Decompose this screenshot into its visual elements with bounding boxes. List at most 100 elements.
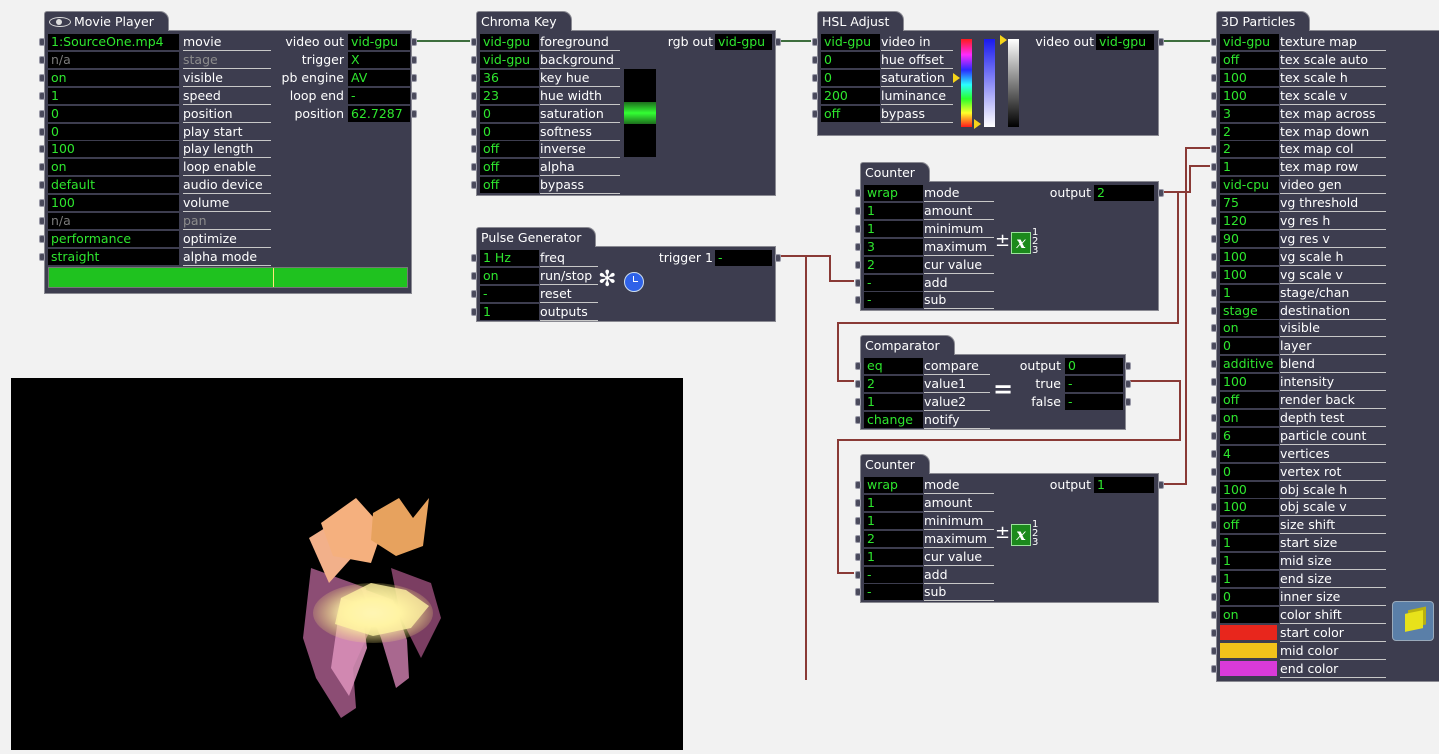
input-value[interactable]: 1 (1220, 284, 1279, 301)
input-value[interactable]: 0 (1220, 588, 1279, 605)
input-value[interactable]: 1 (1220, 553, 1279, 570)
input-port[interactable] (855, 516, 861, 525)
input-value[interactable]: 0 (480, 123, 539, 140)
input-row[interactable]: 90 vg res v (1211, 230, 1439, 248)
output-row[interactable]: output 2 (861, 184, 1164, 202)
input-port[interactable] (1211, 431, 1217, 440)
input-value[interactable]: 90 (1220, 230, 1279, 247)
input-value[interactable]: additive (1220, 356, 1279, 373)
input-row[interactable]: 1 start size (1211, 534, 1439, 553)
output-row[interactable]: trigger 1- (477, 249, 781, 267)
output-value[interactable]: 62.7287 (348, 105, 410, 122)
input-port[interactable] (39, 163, 45, 172)
input-value[interactable]: 100 (1220, 87, 1279, 104)
input-row[interactable]: - sub (855, 291, 1158, 310)
pulse-generator-title[interactable]: Pulse Generator (476, 227, 597, 247)
input-port[interactable] (855, 242, 861, 251)
input-port[interactable] (39, 127, 45, 136)
input-value[interactable]: 0 (1220, 338, 1279, 355)
input-port[interactable] (1211, 252, 1217, 261)
chroma-key-actor[interactable]: Chroma Key vid-gpu foreground vid-gpu backg… (471, 11, 781, 196)
output-port[interactable] (411, 91, 417, 100)
input-port[interactable] (39, 217, 45, 225)
input-port[interactable] (471, 55, 477, 64)
input-port[interactable] (1211, 55, 1217, 64)
input-row[interactable]: vid-cpu video gen (1211, 176, 1439, 195)
chroma-key-title[interactable]: Chroma Key (476, 11, 572, 31)
input-value[interactable]: 4 (1220, 445, 1279, 462)
input-row[interactable]: 100 tex scale h (1211, 69, 1439, 87)
input-port[interactable] (1211, 324, 1217, 333)
input-port[interactable] (1211, 109, 1217, 118)
input-value[interactable]: - (864, 274, 923, 291)
input-port[interactable] (1211, 145, 1217, 154)
input-value[interactable]: - (864, 292, 923, 309)
output-port[interactable] (1158, 38, 1164, 46)
input-row[interactable]: 6 particle count (1211, 427, 1439, 445)
input-value[interactable]: 1 (864, 512, 923, 529)
input-row[interactable]: 100 tex scale v (1211, 87, 1439, 105)
output-port[interactable] (775, 254, 781, 262)
input-value[interactable]: 1 (864, 548, 923, 565)
input-value[interactable]: on (1220, 320, 1279, 337)
input-value[interactable]: straight (48, 248, 179, 265)
patch-cable[interactable] (780, 255, 854, 282)
input-value[interactable]: stage (1220, 302, 1279, 319)
input-value[interactable]: 100 (1220, 374, 1279, 391)
input-value[interactable]: 1 (480, 303, 539, 320)
output-value[interactable]: vid-gpu (348, 34, 410, 50)
input-value[interactable]: on (1220, 606, 1279, 623)
input-value[interactable]: 0 (821, 51, 880, 68)
input-row[interactable]: on depth test (1211, 409, 1439, 427)
output-port[interactable] (411, 73, 417, 82)
input-row[interactable]: on visible (1211, 319, 1439, 338)
input-port[interactable] (855, 224, 861, 233)
output-value[interactable]: X (348, 51, 410, 68)
input-port[interactable] (1211, 503, 1217, 512)
color-swatch[interactable] (1220, 660, 1277, 676)
input-port[interactable] (471, 181, 477, 190)
output-row[interactable]: loop end - (45, 87, 417, 105)
input-port[interactable] (39, 145, 45, 154)
input-value[interactable]: 100 (1220, 69, 1279, 86)
input-port[interactable] (812, 109, 818, 118)
hsl-adjust-title[interactable]: HSL Adjust (817, 11, 905, 31)
patch-cable[interactable] (1163, 165, 1210, 193)
input-port[interactable] (855, 260, 861, 269)
color-swatch[interactable] (1220, 642, 1277, 658)
input-value[interactable]: 2 (1220, 123, 1279, 140)
input-value[interactable]: 1 (1220, 535, 1279, 552)
input-value[interactable]: 120 (1220, 213, 1279, 229)
input-port[interactable] (855, 296, 861, 305)
output-value[interactable]: AV (348, 69, 410, 86)
input-row[interactable]: change notify (855, 411, 1125, 429)
input-port[interactable] (1211, 342, 1217, 351)
output-row[interactable]: pb engine AV (45, 69, 417, 87)
input-row[interactable]: 1 stage/chan (1211, 284, 1439, 302)
output-row[interactable]: output 0 (861, 357, 1131, 375)
input-port[interactable] (812, 91, 818, 100)
input-value[interactable]: on (480, 267, 539, 284)
input-port[interactable] (471, 127, 477, 136)
patch-cable[interactable] (1163, 147, 1210, 485)
input-port[interactable] (471, 109, 477, 118)
input-port[interactable] (1211, 396, 1217, 404)
input-port[interactable] (1211, 592, 1217, 601)
input-value[interactable]: performance (48, 230, 179, 247)
input-port[interactable] (471, 289, 477, 298)
output-port[interactable] (1125, 397, 1131, 406)
input-row[interactable]: n/a pan (39, 212, 411, 230)
input-value[interactable]: vid-gpu (480, 51, 539, 68)
input-port[interactable] (1211, 73, 1217, 82)
input-port[interactable] (855, 206, 861, 215)
patch-cable[interactable] (780, 255, 807, 680)
input-port[interactable] (855, 415, 861, 424)
output-value[interactable]: - (1065, 393, 1123, 410)
input-row[interactable]: off render back (1211, 391, 1439, 409)
input-port[interactable] (1211, 521, 1217, 530)
output-value[interactable]: vid-gpu (1096, 34, 1154, 50)
3d-particles-actor[interactable]: 3D Particles vid-gpu texture map off tex sc… (1211, 11, 1439, 682)
input-port[interactable] (1211, 38, 1217, 46)
input-value[interactable]: 2 (1220, 141, 1279, 158)
input-port[interactable] (855, 570, 861, 579)
